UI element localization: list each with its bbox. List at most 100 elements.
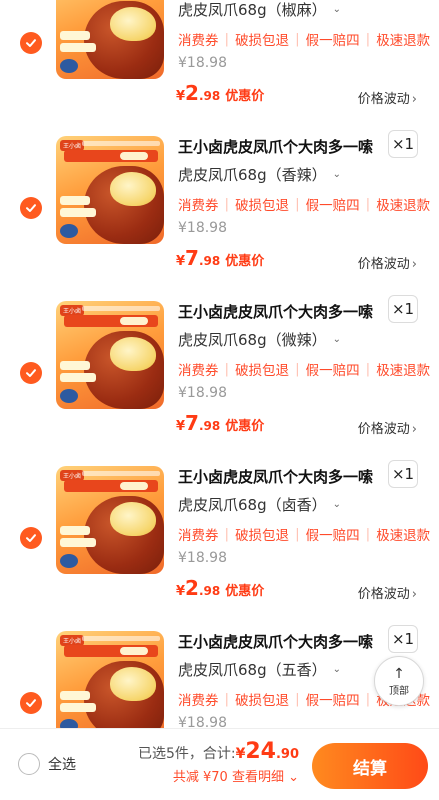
- total-currency: ¥: [235, 746, 246, 762]
- spec-selector[interactable]: 虎皮凤爪68g（香辣） ⌄: [178, 164, 341, 185]
- discount-price: ¥7.98 优惠价: [176, 246, 264, 270]
- view-detail-link[interactable]: 查看明细: [232, 770, 284, 785]
- service-tag: 消费券: [178, 198, 219, 214]
- product-image[interactable]: 王小卤: [56, 631, 164, 728]
- price-integer: 7: [185, 246, 199, 270]
- chevron-down-icon: ⌄: [332, 334, 341, 345]
- cart-item: 王小卤 王小卤虎皮凤爪个大肉多一嗦 ×1 虎皮凤爪68g（微辣） ⌄ 消费券 | 破损包退 | 假…: [0, 287, 439, 452]
- product-title[interactable]: 王小卤虎皮凤爪个大肉多一嗦: [178, 136, 373, 157]
- original-price: ¥18.98: [178, 55, 227, 71]
- service-tag: 消费券: [178, 528, 219, 544]
- item-checkbox[interactable]: [20, 362, 42, 384]
- checkout-bar: 全选 已选5件， 合计: ¥ 24 .90 共减 ¥70 查看明细 ⌄ 结算: [0, 728, 439, 800]
- quantity-badge[interactable]: ×1: [388, 295, 418, 323]
- product-image[interactable]: 王小卤: [56, 136, 164, 244]
- back-to-top-label: 顶部: [389, 685, 409, 697]
- service-tag: 极速退款: [376, 363, 431, 379]
- price-fluctuation-link[interactable]: 价格波动 ›: [358, 88, 417, 107]
- tag-separator: |: [365, 31, 371, 47]
- spec-label: 虎皮凤爪68g（椒麻）: [178, 1, 327, 19]
- price-integer: 2: [185, 576, 199, 600]
- select-all-toggle[interactable]: 全选: [18, 753, 76, 775]
- spec-label: 虎皮凤爪68g（五香）: [178, 661, 327, 679]
- product-title[interactable]: 王小卤虎皮凤爪个大肉多一嗦: [178, 631, 373, 652]
- price-decimal: .98: [198, 419, 221, 433]
- cart-item: 王小卤虎皮凤爪68g（椒麻） ⌄ 消费券 | 破损包退 | 假一赔四 | 极速退款 ¥18.98 ¥…: [0, 0, 439, 122]
- image-tag: [60, 196, 90, 205]
- cheese-graphic: [110, 337, 156, 371]
- price-currency: ¥: [176, 89, 186, 104]
- original-price: ¥18.98: [178, 715, 227, 728]
- service-tags: 消费券 | 破损包退 | 假一赔四 | 极速退款: [178, 359, 430, 379]
- spec-selector[interactable]: 虎皮凤爪68g（微辣） ⌄: [178, 329, 341, 350]
- spec-selector[interactable]: 虎皮凤爪68g（椒麻） ⌄: [178, 0, 341, 20]
- cheese-graphic: [110, 7, 156, 41]
- tag-separator: |: [295, 691, 300, 707]
- quantity-badge[interactable]: ×1: [388, 130, 418, 158]
- price-fluctuation-link[interactable]: 价格波动 ›: [358, 583, 417, 602]
- image-banner: [64, 645, 158, 657]
- service-tags: 消费券 | 破损包退 | 假一赔四 | 极速退款: [178, 194, 430, 214]
- product-title[interactable]: 王小卤虎皮凤爪个大肉多一嗦: [178, 466, 373, 487]
- total-amount: ¥ 24 .90: [236, 739, 299, 764]
- price-fluctuation-label: 价格波动: [357, 422, 410, 437]
- checkout-button[interactable]: 结算: [312, 743, 428, 789]
- price-label: 优惠价: [225, 89, 265, 104]
- discount-line[interactable]: 共减 ¥70 查看明细 ⌄: [138, 766, 299, 785]
- image-tag: [60, 526, 90, 535]
- price-fluctuation-link[interactable]: 价格波动 ›: [358, 253, 417, 272]
- cart-item: 王小卤 王小卤虎皮凤爪个大肉多一嗦 ×1 虎皮凤爪68g（五香） ⌄ 消费券 | 破损包退 | 假…: [0, 617, 439, 728]
- tag-separator: |: [224, 361, 230, 377]
- image-badge: [60, 719, 78, 728]
- chevron-right-icon: ›: [411, 92, 417, 107]
- product-image[interactable]: 王小卤: [56, 301, 164, 409]
- image-tag: [60, 691, 90, 700]
- check-icon: [26, 39, 36, 47]
- quantity-badge[interactable]: ×1: [388, 460, 418, 488]
- item-checkbox[interactable]: [20, 32, 42, 54]
- chevron-right-icon: ›: [411, 587, 417, 602]
- select-all-checkbox[interactable]: [18, 753, 40, 775]
- service-tag: 破损包退: [235, 528, 290, 544]
- spec-label: 虎皮凤爪68g（香辣）: [178, 166, 327, 184]
- tag-separator: |: [365, 691, 371, 707]
- back-to-top-button[interactable]: ↑ 顶部: [374, 656, 424, 706]
- product-image[interactable]: 王小卤: [56, 466, 164, 574]
- product-image[interactable]: 王小卤: [56, 0, 164, 79]
- spec-selector[interactable]: 虎皮凤爪68g（五香） ⌄: [178, 659, 341, 680]
- price-label: 优惠价: [225, 254, 265, 269]
- selected-count: 已选5件，: [137, 746, 203, 762]
- product-title[interactable]: 王小卤虎皮凤爪个大肉多一嗦: [178, 301, 373, 322]
- item-checkbox[interactable]: [20, 527, 42, 549]
- service-tag: 假一赔四: [305, 33, 360, 49]
- cheese-graphic: [110, 172, 156, 206]
- original-price: ¥18.98: [178, 550, 227, 566]
- chevron-right-icon: ›: [411, 257, 417, 272]
- quantity-badge[interactable]: ×1: [388, 625, 418, 653]
- image-banner: [64, 480, 158, 492]
- chevron-down-icon: ⌄: [332, 4, 341, 15]
- price-decimal: .98: [198, 89, 221, 103]
- original-price: ¥18.98: [178, 220, 227, 236]
- service-tags: 消费券 | 破损包退 | 假一赔四 | 极速退款: [178, 29, 430, 49]
- image-deco: [82, 471, 160, 476]
- check-icon: [26, 369, 36, 377]
- service-tag: 破损包退: [235, 33, 290, 49]
- tag-separator: |: [365, 361, 371, 377]
- total-label: 合计:: [202, 746, 236, 762]
- image-tag: [60, 373, 96, 382]
- price-label: 优惠价: [225, 584, 265, 599]
- price-decimal: .98: [198, 254, 221, 268]
- image-deco: [82, 636, 160, 641]
- price-integer: 2: [185, 81, 199, 105]
- check-icon: [26, 534, 36, 542]
- service-tag: 极速退款: [376, 528, 431, 544]
- check-icon: [26, 699, 36, 707]
- spec-selector[interactable]: 虎皮凤爪68g（卤香） ⌄: [178, 494, 341, 515]
- chevron-down-icon: ⌄: [288, 770, 299, 785]
- original-price: ¥18.98: [178, 385, 227, 401]
- item-checkbox[interactable]: [20, 197, 42, 219]
- item-checkbox[interactable]: [20, 692, 42, 714]
- price-fluctuation-link[interactable]: 价格波动 ›: [358, 418, 417, 437]
- service-tag: 消费券: [178, 33, 219, 49]
